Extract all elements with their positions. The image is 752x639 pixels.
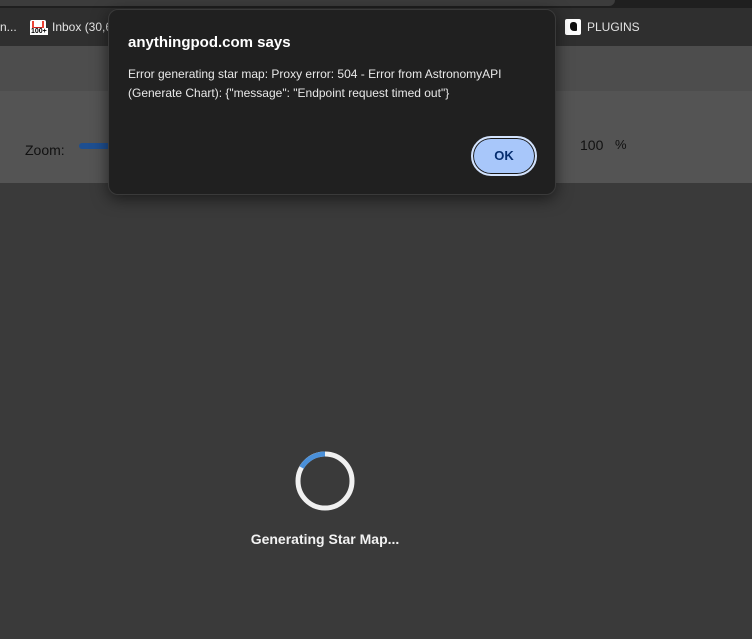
dialog-title: anythingpod.com says — [128, 34, 291, 51]
bookmark-plugins[interactable]: PLUGINS — [565, 18, 640, 36]
ok-button[interactable]: OK — [471, 136, 537, 176]
zoom-unit: % — [615, 137, 627, 152]
dialog-message: Error generating star map: Proxy error: … — [128, 67, 502, 100]
gmail-icon: 100+ — [30, 20, 48, 35]
tab-strip-edge — [0, 0, 752, 8]
zoom-value[interactable]: 100 — [580, 137, 603, 153]
loading-spinner-icon — [295, 451, 355, 511]
active-tab-bottom — [0, 0, 615, 6]
bookmark-truncated-label: n... — [0, 20, 17, 34]
bookmark-inbox-label: Inbox (30,6 — [52, 20, 113, 34]
browser-page: n... 100+ Inbox (30,6 PLUGINS Zoom: 100 … — [0, 0, 752, 639]
bookmark-plugins-label: PLUGINS — [587, 20, 640, 34]
bookmark-inbox[interactable]: 100+ Inbox (30,6 — [30, 18, 112, 36]
plugin-icon — [565, 19, 581, 35]
alert-dialog: anythingpod.com says Error generating st… — [108, 9, 556, 195]
bookmark-truncated[interactable]: n... — [0, 18, 17, 36]
loading-text: Generating Star Map... — [250, 531, 400, 547]
zoom-label: Zoom: — [25, 142, 65, 158]
